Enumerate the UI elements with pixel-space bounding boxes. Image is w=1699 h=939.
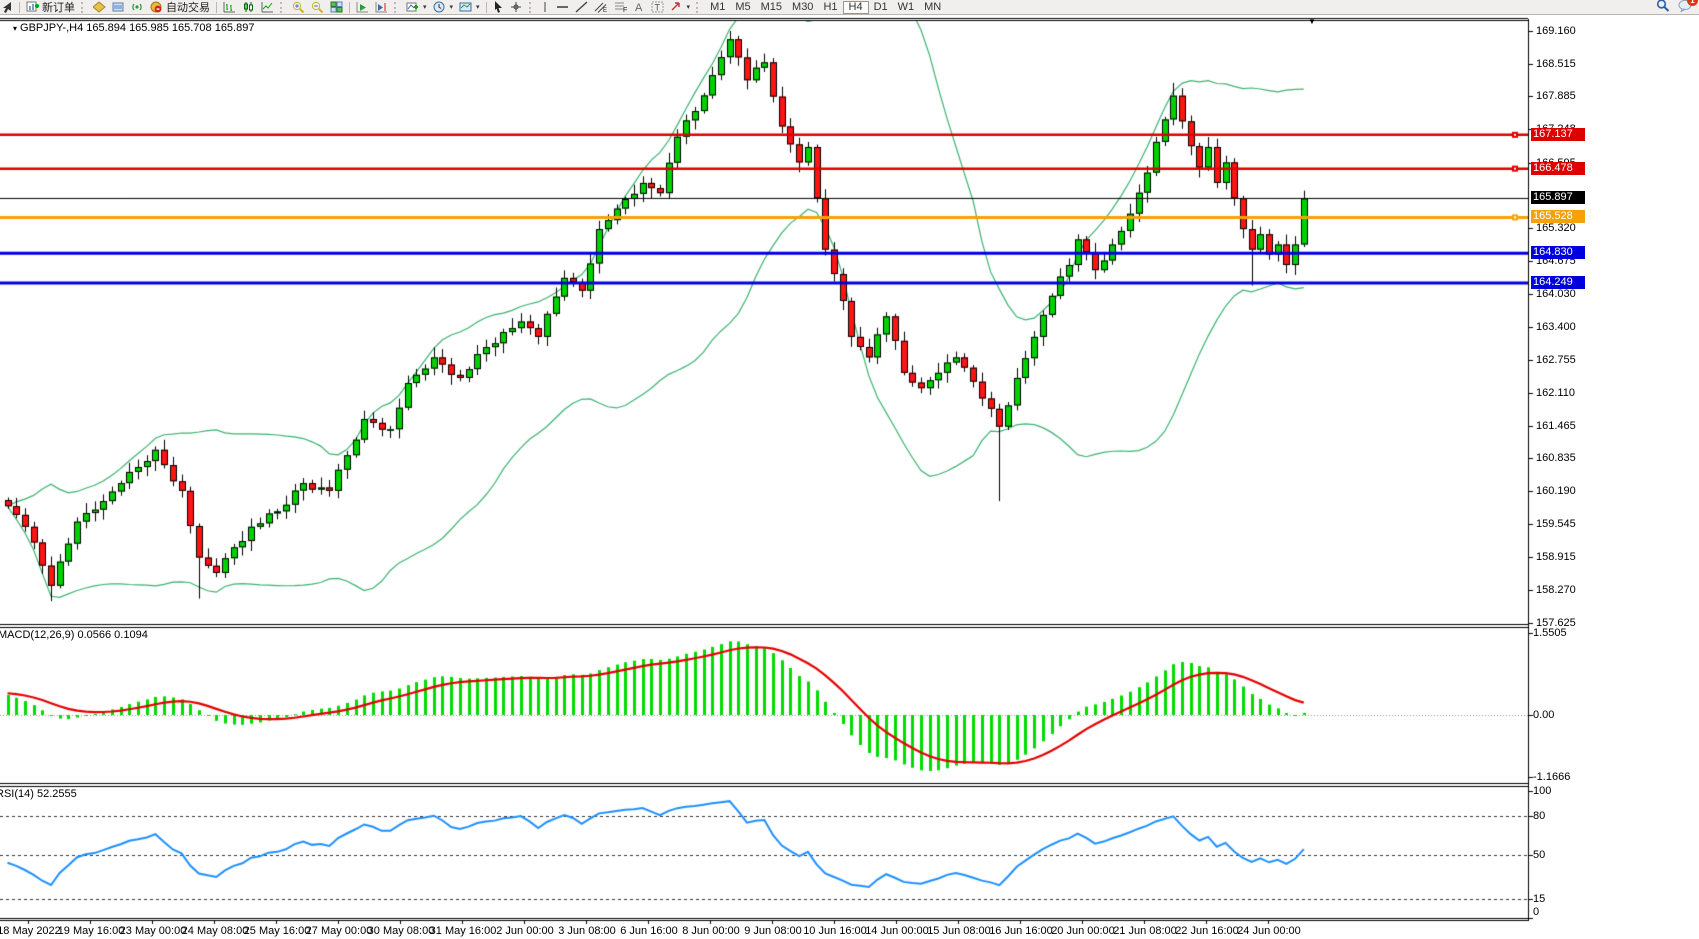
vertical-line-tool[interactable] — [538, 1, 553, 14]
search-button[interactable] — [1656, 0, 1670, 15]
toolbar-separator — [696, 2, 703, 13]
timeframe-M30[interactable]: M30 — [787, 1, 818, 14]
auto-scroll-button[interactable] — [353, 1, 372, 14]
line-chart-icon — [261, 1, 274, 13]
chart-shift-icon — [375, 1, 388, 13]
arrows-tool[interactable]: ▾ — [667, 1, 694, 14]
indicators-button[interactable]: ▾ — [403, 1, 430, 14]
timeframe-H4[interactable]: H4 — [843, 1, 869, 14]
fibo-icon: F — [614, 1, 628, 13]
bars-mode-button[interactable] — [220, 1, 239, 14]
toolbar-separator — [81, 2, 88, 13]
candle-chart-icon — [242, 1, 255, 13]
indicators-icon — [406, 1, 419, 13]
new-order-button[interactable]: 新订单 — [23, 1, 78, 14]
trendline-tool[interactable] — [572, 1, 591, 14]
zoom-out-button[interactable] — [308, 1, 327, 14]
horizontal-line-tool[interactable] — [553, 1, 572, 14]
svg-text:F: F — [623, 7, 627, 13]
toolbar-separator — [19, 2, 20, 13]
zoom-out-icon — [311, 1, 324, 13]
community-button[interactable]: 1 — [1678, 0, 1693, 15]
trendline-icon — [575, 1, 588, 13]
svg-text:T: T — [654, 3, 660, 13]
periods-clock-icon — [433, 1, 446, 13]
timeframe-H1[interactable]: H1 — [818, 1, 842, 14]
cursor-edge-icon — [3, 1, 13, 13]
chevron-down-icon[interactable]: ▾ — [450, 3, 454, 11]
price-chart-canvas[interactable] — [0, 0, 1699, 939]
profiles-button[interactable] — [90, 1, 109, 14]
tile-windows-icon — [330, 1, 343, 13]
chevron-down-icon[interactable]: ▾ — [476, 3, 480, 11]
top-toolbar: 新订单 自动交易 ▾ ▾ ▾ E F A T ▾ M1M5M15M30H1H4D1W1MN 1 — [0, 0, 1699, 15]
text-label-tool[interactable]: T — [648, 1, 667, 14]
market-watch-icon — [112, 1, 125, 13]
vline-icon — [541, 1, 550, 13]
timeframe-MN[interactable]: MN — [919, 1, 946, 14]
channel-icon: E — [594, 1, 608, 13]
autotrade-icon — [150, 1, 163, 13]
zoom-in-icon — [292, 1, 305, 13]
toolbar-separator — [394, 2, 401, 13]
crosshair-icon — [510, 1, 523, 13]
cursor-edge-icon[interactable] — [0, 1, 16, 14]
periods-button[interactable]: ▾ — [430, 1, 457, 14]
tile-windows-button[interactable] — [327, 1, 346, 14]
bar-chart-icon — [223, 1, 236, 13]
new-order-icon — [26, 1, 39, 13]
toolbar-separator — [529, 2, 536, 13]
signals-button[interactable] — [128, 1, 147, 14]
toolbar-separator — [216, 2, 217, 13]
chevron-down-icon[interactable]: ▾ — [687, 3, 691, 11]
fibonacci-tool[interactable]: F — [611, 1, 631, 14]
cursor-icon — [493, 1, 504, 13]
templates-button[interactable]: ▾ — [456, 1, 483, 14]
svg-text:E: E — [603, 8, 607, 13]
cursor-tool-button[interactable] — [490, 1, 507, 14]
market-watch-button[interactable] — [109, 1, 128, 14]
toolbar-separator — [486, 2, 487, 13]
text-tool[interactable]: A — [631, 1, 648, 14]
notification-badge: 1 — [1687, 0, 1698, 6]
autotrading-button[interactable]: 自动交易 — [147, 1, 213, 14]
equidistant-channel-tool[interactable]: E — [591, 1, 611, 14]
timeframe-W1[interactable]: W1 — [893, 1, 920, 14]
line-mode-button[interactable] — [258, 1, 277, 14]
auto-scroll-icon — [356, 1, 369, 13]
toolbar-separator — [349, 2, 350, 13]
autotrading-button-label: 自动交易 — [166, 0, 210, 15]
timeframe-D1[interactable]: D1 — [869, 1, 893, 14]
toolbar-separator — [280, 2, 287, 13]
label-icon: T — [651, 1, 664, 13]
zoom-in-button[interactable] — [289, 1, 308, 14]
templates-icon — [459, 1, 472, 13]
profile-icon — [93, 1, 106, 13]
toolbar-right-icons: 1 — [1656, 0, 1693, 13]
hline-icon — [556, 1, 569, 13]
timeframe-M15[interactable]: M15 — [756, 1, 787, 14]
candles-mode-button[interactable] — [239, 1, 258, 14]
text-icon: A — [634, 1, 645, 13]
new-order-button-label: 新订单 — [42, 0, 75, 15]
crosshair-tool-button[interactable] — [507, 1, 526, 14]
timeframe-M5[interactable]: M5 — [730, 1, 755, 14]
chart-shift-button[interactable] — [372, 1, 391, 14]
arrows-icon — [670, 1, 683, 13]
signal-icon — [131, 1, 144, 13]
timeframe-M1[interactable]: M1 — [705, 1, 730, 14]
svg-text:A: A — [635, 2, 643, 13]
chevron-down-icon[interactable]: ▾ — [423, 3, 427, 11]
